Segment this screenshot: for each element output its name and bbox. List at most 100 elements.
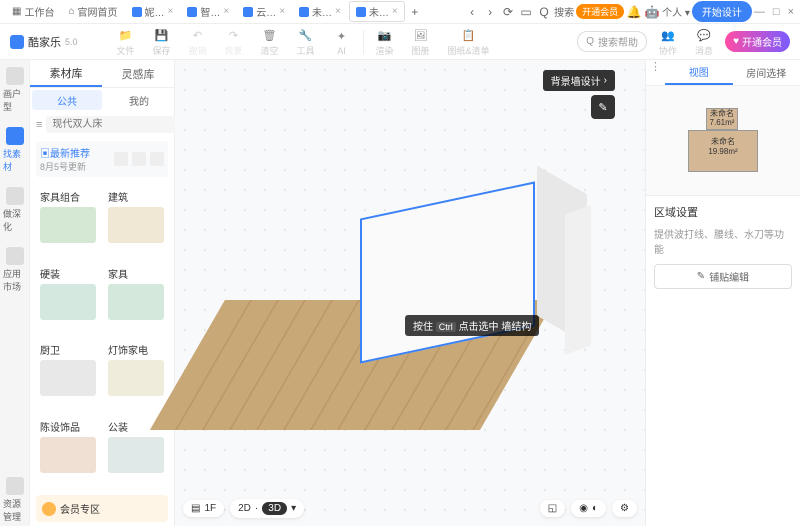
tool-msg[interactable]: 💬消息 [689, 26, 719, 57]
minimap[interactable]: 未命名7.61m² 未命名19.98m² [646, 86, 800, 196]
tool-redo[interactable]: ↷恢复 [218, 26, 248, 57]
minimap-room-1[interactable]: 未命名7.61m² [706, 108, 738, 130]
tool-render[interactable]: 📷渲染 [370, 26, 400, 57]
titlebar: ▦工作台 ⌂官网首页 妮…× 智…× 云…× 未…× 未…× + ‹ › ⟳ ▭… [0, 0, 800, 24]
people-icon: 👥 [659, 26, 677, 44]
tab-doc-4[interactable]: 云…× [237, 2, 291, 21]
refresh-icon[interactable]: ⟳ [500, 4, 516, 20]
floor-selector[interactable]: ▤1F [183, 500, 224, 517]
vip-badge[interactable]: 开通会员 [576, 4, 624, 19]
recommend-card[interactable]: ▣最新推荐8月5号更新 [36, 141, 168, 177]
right-panel: ⋮ 视图 房间选择 未命名7.61m² 未命名19.98m² 区域设置 提供波打… [645, 60, 800, 526]
edit-button[interactable]: ✎ [591, 95, 615, 119]
tab-doc-2[interactable]: 妮…× [126, 2, 180, 21]
room-model: 按住 Ctrl 点击选中 墙结构 [225, 190, 555, 430]
tab-doc-6[interactable]: 未…× [349, 1, 405, 22]
bell-icon[interactable]: 🔔 [626, 4, 642, 20]
help-search[interactable]: Q搜索帮助 [577, 31, 647, 52]
tool-clear[interactable]: 🗑清空 [254, 26, 284, 57]
tool-tools[interactable]: 🔧工具 [291, 26, 321, 57]
view-extra-1[interactable]: ◱ [540, 500, 565, 517]
minimize-icon[interactable]: — [754, 6, 765, 18]
cat-thumb [40, 207, 96, 243]
brand-logo: 酷家乐5.0 [10, 34, 78, 50]
close-icon[interactable]: × [392, 6, 398, 17]
gallery-icon: 🖼 [412, 26, 430, 44]
tool-collab[interactable]: 👥协作 [653, 26, 683, 57]
tool-drawings[interactable]: 📋图纸&清单 [442, 26, 496, 57]
rail-deepen[interactable]: 做深化 [0, 184, 29, 236]
tool-save[interactable]: 💾保存 [146, 26, 176, 57]
cat-furniture-set[interactable]: 家具组合 [36, 185, 100, 258]
start-design-button[interactable]: 开始设计 [692, 1, 752, 22]
tab-inspiration[interactable]: 灵感库 [102, 60, 174, 87]
materials-icon [6, 127, 24, 145]
minimap-room-2[interactable]: 未命名19.98m² [688, 130, 758, 172]
rail-market[interactable]: 应用市场 [0, 244, 29, 296]
cat-architecture[interactable]: 建筑 [104, 185, 168, 258]
tab-workspace[interactable]: ▦工作台 [6, 2, 60, 21]
close-icon[interactable]: × [168, 6, 174, 17]
add-tab-button[interactable]: + [407, 4, 423, 20]
tab-room-select[interactable]: 房间选择 [733, 60, 800, 85]
subtab-public[interactable]: 公共 [32, 90, 102, 110]
subtab-mine[interactable]: 我的 [104, 88, 174, 112]
doc-icon [299, 7, 309, 17]
cat-hardfit[interactable]: 硬装 [36, 262, 100, 335]
robot-icon[interactable]: 🤖 [644, 4, 660, 20]
rail-floorplan[interactable]: 画户型 [0, 64, 29, 116]
close-icon[interactable]: × [279, 6, 285, 17]
doc-icon [356, 7, 366, 17]
context-label[interactable]: 背景墙设计› [543, 70, 615, 91]
vip-icon [42, 502, 56, 516]
tool-undo[interactable]: ↶撤销 [182, 26, 212, 57]
tab-doc-3[interactable]: 智…× [181, 2, 235, 21]
section-title: 区域设置 [654, 204, 792, 220]
close-icon[interactable]: × [335, 6, 341, 17]
wall-right-2[interactable] [565, 205, 591, 354]
tab-home[interactable]: ⌂官网首页 [62, 2, 123, 21]
close-window-icon[interactable]: × [788, 6, 794, 18]
close-icon[interactable]: × [223, 6, 229, 17]
vip-button[interactable]: ♥开通会员 [725, 31, 790, 52]
context-toolbar: 背景墙设计› ✎ [543, 70, 615, 119]
nav-back-icon[interactable]: ‹ [464, 4, 480, 20]
search-label[interactable]: 搜索 [554, 4, 574, 19]
resources-icon [6, 477, 24, 495]
paste-edit-button[interactable]: ✎铺贴编辑 [654, 264, 792, 289]
menu-icon[interactable]: ≡ [36, 119, 42, 131]
mini-icon[interactable]: ▭ [518, 4, 534, 20]
search-icon: Q [586, 36, 594, 47]
cat-lighting[interactable]: 灯饰家电 [104, 338, 168, 411]
view-mode-toggle[interactable]: 2D · 3D ▾ [230, 499, 304, 518]
material-search-input[interactable] [46, 116, 190, 133]
cat-kitchen[interactable]: 厨卫 [36, 338, 100, 411]
rail-resources[interactable]: 资源管理 [0, 474, 29, 526]
maximize-icon[interactable]: □ [773, 6, 780, 18]
view-extra-2[interactable]: ◉◐ [571, 500, 606, 517]
hint-tooltip: 按住 Ctrl 点击选中 墙结构 [405, 315, 539, 336]
view-extra-3[interactable]: ⚙ [612, 500, 637, 517]
left-rail: 画户型 找素材 做深化 应用市场 资源管理 [0, 60, 30, 526]
thumb-icon [132, 152, 146, 166]
tool-file[interactable]: 📁文件 [110, 26, 140, 57]
collapse-icon[interactable]: ⋮ [646, 60, 665, 85]
market-icon [6, 247, 24, 265]
cat-decor[interactable]: 陈设饰品 [36, 415, 100, 488]
tab-material-lib[interactable]: 素材库 [30, 60, 102, 87]
wrench-icon: 🔧 [297, 26, 315, 44]
tool-gallery[interactable]: 🖼图册 [406, 26, 436, 57]
user-menu[interactable]: 个人 ▾ [662, 4, 690, 19]
list-icon: 📋 [460, 26, 478, 44]
crown-icon: ♥ [733, 36, 739, 47]
new-icon: ▣ [40, 149, 50, 160]
nav-fwd-icon[interactable]: › [482, 4, 498, 20]
cat-furniture[interactable]: 家具 [104, 262, 168, 335]
tool-ai[interactable]: ✦AI [327, 28, 357, 56]
logo-icon [10, 35, 24, 49]
tab-doc-5[interactable]: 未…× [293, 2, 347, 21]
tab-view[interactable]: 视图 [665, 60, 733, 85]
rail-materials[interactable]: 找素材 [0, 124, 29, 176]
viewport-3d[interactable]: 按住 Ctrl 点击选中 墙结构 背景墙设计› ✎ ▤1F 2D · 3D ▾ … [175, 60, 645, 526]
vip-section[interactable]: 会员专区 [36, 495, 168, 522]
